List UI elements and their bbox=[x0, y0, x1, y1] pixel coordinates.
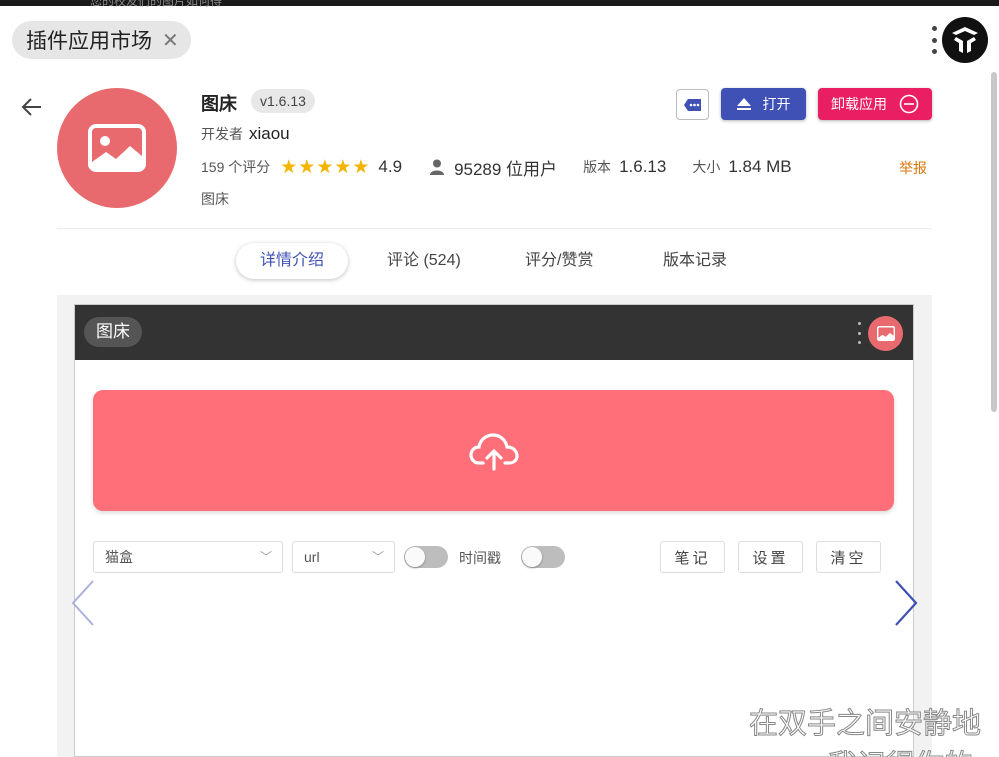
rating-value: 4.9 bbox=[378, 157, 403, 176]
developer-name[interactable]: xiaou bbox=[249, 124, 290, 143]
detail-tabs: 详情介绍 评论 (524) 评分/赞赏 版本记录 bbox=[0, 243, 999, 279]
version-info: 版本 1.6.13 bbox=[583, 157, 666, 177]
format-select: url ﹀ bbox=[292, 541, 395, 573]
logo-mark-icon bbox=[952, 27, 978, 53]
open-button[interactable]: 打开 bbox=[721, 88, 806, 120]
image-icon bbox=[88, 124, 146, 172]
uninstall-label: 卸载应用 bbox=[831, 96, 887, 112]
close-icon[interactable]: ✕ bbox=[162, 28, 179, 53]
cloud-upload-icon bbox=[468, 432, 519, 471]
back-arrow-icon[interactable] bbox=[18, 95, 46, 119]
format-select-value: url bbox=[304, 549, 320, 565]
size-label: 大小 bbox=[692, 159, 721, 175]
notes-button: 笔记 bbox=[660, 541, 725, 573]
carousel-prev-icon[interactable] bbox=[69, 578, 97, 628]
category-label[interactable]: 图床 bbox=[201, 189, 229, 209]
report-link[interactable]: 举报 bbox=[899, 158, 927, 178]
chevron-down-icon: ﹀ bbox=[371, 550, 384, 564]
settings-button: 设置 bbox=[738, 541, 803, 573]
image-icon bbox=[876, 326, 895, 341]
timestamp-label: 时间戳 bbox=[459, 550, 501, 566]
tab-comments[interactable]: 评论 (524) bbox=[387, 243, 461, 279]
user-icon bbox=[430, 159, 445, 175]
tab-plugin-market[interactable]: 插件应用市场 ✕ bbox=[12, 21, 191, 59]
app-stats: 159 个评分 ★★★★★ 4.9 95289 位用户 版本 1.6.13 大小 1… bbox=[201, 155, 792, 180]
uninstall-button[interactable]: 卸载应用 bbox=[818, 88, 932, 120]
upload-area bbox=[93, 390, 894, 511]
preview-toggle bbox=[404, 546, 448, 568]
timestamp-toggle bbox=[521, 546, 565, 568]
developer-label: 开发者 bbox=[201, 126, 243, 142]
clear-button: 清空 bbox=[816, 541, 881, 573]
more-menu-icon[interactable] bbox=[930, 26, 938, 54]
developer-line: 开发者 xiaou bbox=[201, 124, 290, 144]
tab-details[interactable]: 详情介绍 bbox=[236, 243, 348, 279]
preview-app-icon bbox=[868, 316, 903, 351]
background-tab-text: 您的校友们的图片如何得 bbox=[90, 0, 223, 8]
app-name: 图床 bbox=[201, 94, 237, 114]
tab-versions[interactable]: 版本记录 bbox=[663, 243, 727, 279]
desktop-lyric-line-1: 在双手之间安静地 bbox=[748, 706, 982, 741]
host-select-value: 猫盒 bbox=[105, 549, 133, 565]
open-label: 打开 bbox=[762, 96, 791, 112]
users-stat: 95289 位用户 bbox=[430, 155, 557, 180]
browser-top-strip: 您的校友们的图片如何得 bbox=[0, 0, 999, 8]
preview-menu-icon bbox=[858, 322, 862, 344]
size-info: 大小 1.84 MB bbox=[692, 157, 791, 177]
minus-circle-icon bbox=[899, 94, 919, 114]
preview-screenshot: 图床 猫盒 ﹀ url ﹀ 时间戳 笔记 设置 清空 bbox=[74, 304, 914, 757]
page-scrollbar[interactable] bbox=[991, 72, 997, 412]
users-count: 95289 位用户 bbox=[454, 159, 558, 179]
tag-button[interactable] bbox=[676, 89, 709, 120]
header-divider bbox=[57, 228, 932, 229]
tab-ratings[interactable]: 评分/赞赏 bbox=[525, 243, 593, 279]
utools-logo[interactable] bbox=[942, 17, 988, 63]
preview-titlebar: 图床 bbox=[75, 305, 913, 360]
chevron-down-icon: ﹀ bbox=[259, 550, 272, 564]
size-value: 1.84 MB bbox=[728, 157, 792, 176]
desktop-lyric-line-2: 我记得你的 bbox=[827, 742, 973, 757]
star-rating: ★★★★★ bbox=[280, 156, 371, 178]
version-label: 版本 bbox=[583, 159, 612, 175]
carousel-next-icon[interactable] bbox=[892, 578, 920, 628]
preview-title: 图床 bbox=[84, 317, 142, 347]
version-value: 1.6.13 bbox=[619, 157, 667, 176]
tag-icon bbox=[683, 98, 701, 111]
version-badge: v1.6.13 bbox=[251, 89, 315, 113]
rating-count: 159 个评分 bbox=[201, 159, 271, 175]
eject-icon bbox=[736, 98, 751, 110]
app-icon bbox=[57, 88, 177, 208]
host-select: 猫盒 ﹀ bbox=[93, 541, 283, 573]
tab-title: 插件应用市场 bbox=[26, 30, 152, 53]
